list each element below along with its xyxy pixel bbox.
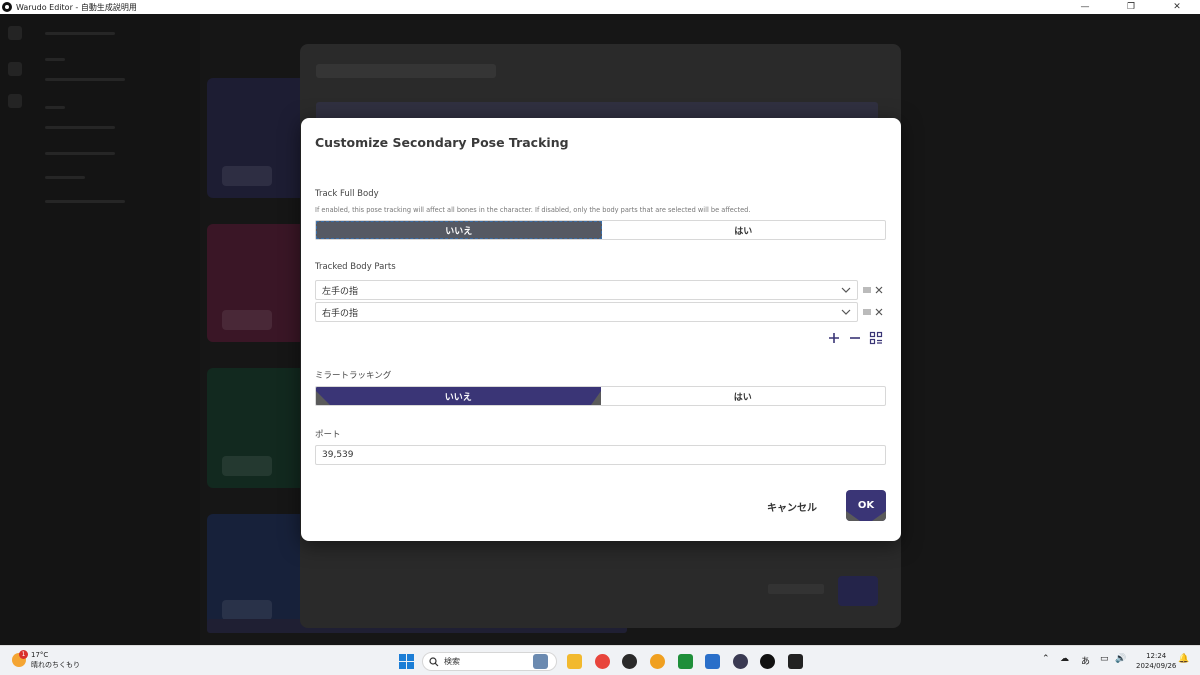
sidebar-line bbox=[45, 126, 115, 129]
app-icon-orange[interactable] bbox=[650, 654, 665, 669]
underlying-cancel bbox=[768, 584, 824, 594]
body-part-dropdown[interactable]: 右手の指 bbox=[315, 302, 858, 322]
body-part-dropdown[interactable]: 左手の指 bbox=[315, 280, 858, 300]
tray-overflow-icon[interactable]: ⌃ bbox=[1042, 654, 1050, 664]
weather-description: 晴れのちくもり bbox=[31, 661, 80, 669]
ime-indicator[interactable]: あ bbox=[1081, 654, 1090, 667]
close-window-button[interactable]: ✕ bbox=[1154, 2, 1200, 12]
background-card-button bbox=[222, 600, 272, 620]
obs-icon[interactable] bbox=[622, 654, 637, 669]
remove-item-icon[interactable] bbox=[874, 285, 884, 295]
weather-temperature: 17°C bbox=[31, 651, 49, 659]
weather-widget[interactable]: 1 17°C 晴れのちくもり bbox=[12, 650, 80, 670]
tray-cloud-icon[interactable]: ☁ bbox=[1060, 654, 1069, 664]
sidebar-line bbox=[45, 32, 115, 35]
dialog-title: Customize Secondary Pose Tracking bbox=[315, 135, 569, 150]
track-full-body-toggle: いいえ はい bbox=[315, 220, 886, 240]
ok-button[interactable]: OK bbox=[846, 490, 886, 521]
app-icon-blue[interactable] bbox=[705, 654, 720, 669]
sidebar-line bbox=[45, 106, 65, 109]
search-icon bbox=[429, 656, 439, 666]
clock-date: 2024/09/26 bbox=[1136, 662, 1177, 670]
sidebar-line bbox=[45, 152, 115, 155]
warudo-taskbar-icon[interactable] bbox=[760, 654, 775, 669]
ok-button-label: OK bbox=[857, 500, 875, 511]
background-card-button bbox=[222, 456, 272, 476]
minimize-button[interactable]: — bbox=[1062, 2, 1108, 12]
sidebar-icon bbox=[8, 62, 22, 76]
restore-button[interactable]: ❐ bbox=[1108, 2, 1154, 12]
add-item-icon[interactable] bbox=[827, 331, 841, 345]
mirror-tracking-no-option[interactable]: いいえ bbox=[316, 387, 601, 405]
track-full-body-label: Track Full Body bbox=[315, 189, 379, 199]
warudo-app-icon bbox=[2, 2, 12, 12]
sidebar-icon bbox=[8, 94, 22, 108]
search-highlight-icon[interactable] bbox=[533, 654, 548, 669]
app-icon-gear[interactable] bbox=[733, 654, 748, 669]
file-explorer-icon[interactable] bbox=[567, 654, 582, 669]
remove-item-icon[interactable] bbox=[874, 307, 884, 317]
volume-icon[interactable]: 🔊 bbox=[1115, 654, 1126, 664]
sidebar-line bbox=[45, 176, 85, 179]
mirror-tracking-yes-option[interactable]: はい bbox=[601, 387, 886, 405]
terminal-icon[interactable] bbox=[788, 654, 803, 669]
sidebar-icon bbox=[8, 26, 22, 40]
windows-taskbar: 1 17°C 晴れのちくもり 検索 ⌃ ☁ あ ▭ 🔊 12:24 2024/0… bbox=[0, 645, 1200, 675]
body-part-dropdown-value: 右手の指 bbox=[322, 308, 359, 319]
port-input[interactable]: 39,539 bbox=[315, 445, 886, 465]
weather-icon: 1 bbox=[12, 650, 28, 667]
track-full-body-description: If enabled, this pose tracking will affe… bbox=[315, 206, 751, 214]
track-full-body-no-option[interactable]: いいえ bbox=[316, 221, 602, 239]
tracked-body-parts-label: Tracked Body Parts bbox=[315, 262, 396, 272]
drag-handle-icon[interactable] bbox=[862, 285, 872, 295]
sidebar-line bbox=[45, 58, 65, 61]
window-title: Warudo Editor - 自動生成説明用 bbox=[16, 2, 137, 12]
xbox-icon[interactable] bbox=[678, 654, 693, 669]
chevron-down-icon bbox=[841, 309, 851, 315]
search-placeholder: 検索 bbox=[444, 657, 460, 666]
taskbar-clock[interactable]: 12:24 2024/09/26 bbox=[1136, 651, 1176, 671]
clock-time: 12:24 bbox=[1146, 652, 1167, 660]
secondary-pose-tracking-dialog: Customize Secondary Pose Tracking Track … bbox=[301, 118, 901, 541]
body-part-dropdown-value: 左手の指 bbox=[322, 286, 359, 297]
sidebar-line bbox=[45, 200, 125, 203]
background-card-button bbox=[222, 310, 272, 330]
start-button[interactable] bbox=[399, 654, 414, 669]
track-full-body-yes-option[interactable]: はい bbox=[602, 221, 886, 239]
background-card-button bbox=[222, 166, 272, 186]
chrome-icon[interactable] bbox=[595, 654, 610, 669]
cancel-button[interactable]: キャンセル bbox=[767, 499, 817, 514]
underlying-ok bbox=[838, 576, 878, 606]
mirror-tracking-label: ミラートラッキング bbox=[315, 371, 392, 381]
chevron-down-icon bbox=[841, 287, 851, 293]
remove-last-item-icon[interactable] bbox=[848, 331, 862, 345]
sidebar-line bbox=[45, 78, 125, 81]
sidebar-background bbox=[0, 14, 200, 645]
port-label: ポート bbox=[315, 430, 341, 440]
underlying-dialog-title bbox=[316, 64, 496, 78]
notification-bell-icon[interactable]: 🔔 bbox=[1178, 654, 1189, 664]
batch-edit-icon[interactable] bbox=[869, 331, 883, 345]
display-icon[interactable]: ▭ bbox=[1100, 654, 1109, 664]
window-titlebar: Warudo Editor - 自動生成説明用 — ❐ ✕ bbox=[0, 0, 1200, 14]
mirror-tracking-toggle: いいえ はい bbox=[315, 386, 886, 406]
drag-handle-icon[interactable] bbox=[862, 307, 872, 317]
weather-badge: 1 bbox=[19, 650, 28, 659]
